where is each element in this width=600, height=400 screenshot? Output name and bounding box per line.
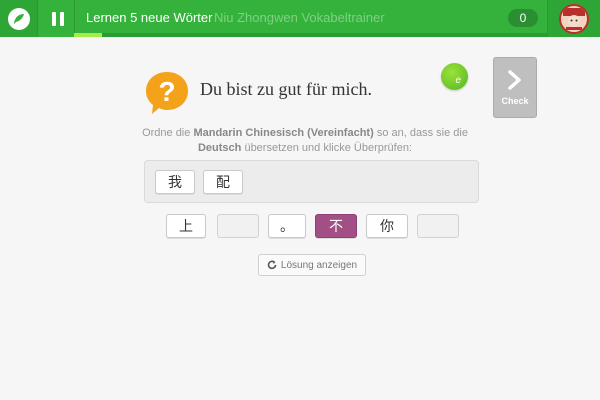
hint-glyph: e (455, 75, 461, 86)
answer-drop-area[interactable]: 我 配 (144, 160, 479, 203)
empty-tile-slot (217, 214, 259, 238)
avatar (559, 3, 589, 34)
pause-button[interactable] (42, 0, 74, 37)
profile-button[interactable] (548, 0, 600, 37)
answer-tile[interactable]: 配 (203, 170, 243, 194)
word-tile-selected[interactable]: 不 (315, 214, 357, 238)
instructions-text: Ordne die Mandarin Chinesisch (Vereinfac… (142, 127, 468, 154)
svg-text:?: ? (158, 76, 175, 107)
score-badge: 0 (508, 9, 538, 27)
app-subtitle: Niu Zhongwen Vokabeltrainer (214, 10, 385, 25)
divider (37, 0, 38, 37)
show-solution-label: Lösung anzeigen (280, 259, 358, 271)
hint-button[interactable]: e (441, 63, 468, 90)
chevron-right-icon (508, 70, 521, 90)
word-tile[interactable]: 你 (366, 214, 408, 238)
check-button[interactable]: Check (493, 57, 537, 118)
question-bubble-icon: ? (146, 72, 188, 114)
progress-bar (74, 33, 547, 37)
word-tile[interactable]: 。 (268, 214, 306, 238)
divider (74, 0, 75, 37)
lesson-title: Lernen 5 neue Wörter (86, 10, 213, 25)
check-label: Check (501, 96, 529, 106)
logo-icon (7, 7, 30, 30)
pause-icon (50, 11, 66, 26)
answer-tile[interactable]: 我 (155, 170, 195, 194)
show-solution-button[interactable]: Lösung anzeigen (258, 254, 366, 276)
prompt-sentence: Du bist zu gut für mich. (200, 79, 372, 99)
top-bar: Lernen 5 neue Wörter Niu Zhongwen Vokabe… (0, 0, 600, 37)
home-button[interactable] (0, 0, 37, 37)
word-tile[interactable]: 上 (166, 214, 206, 238)
empty-tile-slot (417, 214, 459, 238)
refresh-icon (267, 260, 277, 270)
progress-fill (74, 33, 103, 37)
